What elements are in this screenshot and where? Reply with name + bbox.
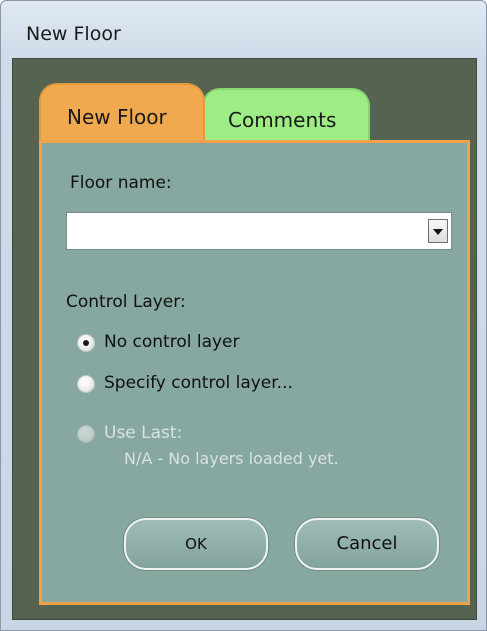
tab-comments-label: Comments [228,108,337,132]
tab-comments[interactable]: Comments [202,88,370,141]
radio-use-last-label: Use Last: [104,423,183,443]
radio-no-control-layer-label: No control layer [104,332,240,352]
radio-checked-icon[interactable] [77,334,95,352]
window-title: New Floor [26,23,121,45]
tab-panel: Floor name: Control Layer: No control la… [39,140,470,605]
ok-button[interactable]: OK [124,518,268,570]
tab-new-floor[interactable]: New Floor [39,83,205,141]
ok-button-label: OK [185,535,207,553]
radio-specify-control-layer-label: Specify control layer... [104,373,293,393]
radio-disabled-icon [77,425,95,443]
control-layer-label: Control Layer: [66,292,186,312]
floor-name-label: Floor name: [70,173,172,193]
title-bar[interactable]: New Floor [1,1,486,57]
tab-new-floor-label: New Floor [67,105,167,129]
dialog-window: New Floor New Floor Comments Floor name:… [0,0,487,631]
dropdown-arrow-icon[interactable] [428,219,448,243]
floor-name-combobox[interactable] [66,212,452,250]
dialog-body: New Floor Comments Floor name: Control L… [12,58,477,620]
radio-unchecked-icon[interactable] [77,375,95,393]
cancel-button-label: Cancel [336,533,398,554]
cancel-button[interactable]: Cancel [295,518,439,570]
use-last-note: N/A - No layers loaded yet. [124,449,339,468]
